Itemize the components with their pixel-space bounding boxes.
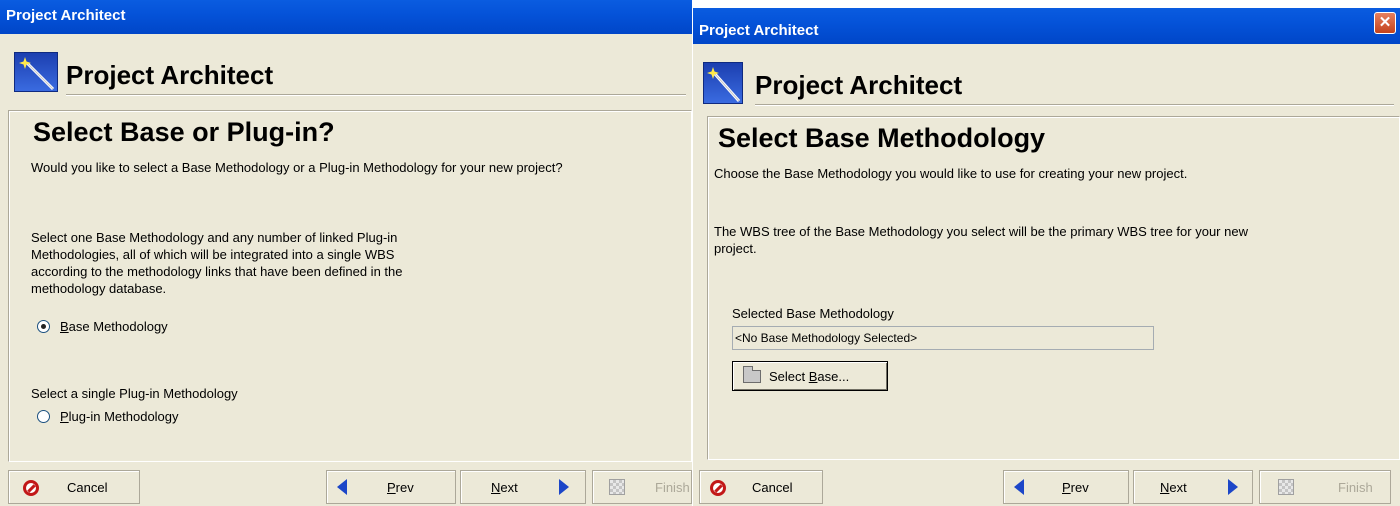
plugin-methodology-radio[interactable]: Plug-in Methodology <box>37 409 179 424</box>
selected-base-label: Selected Base Methodology <box>732 306 894 321</box>
finish-label: Finish <box>1338 479 1373 495</box>
cancel-label: Cancel <box>67 479 108 495</box>
mnemonic: N <box>1160 479 1170 495</box>
header-separator <box>755 104 1394 106</box>
step-title: Select Base Methodology <box>718 123 1046 153</box>
wizard-footer: Cancel Prev Next Finish <box>693 468 1400 506</box>
cancel-icon <box>710 480 726 496</box>
header-title: Project Architect <box>755 70 963 100</box>
base-methodology-label: Base Methodology <box>60 319 168 334</box>
step-title: Select Base or Plug-in? <box>33 117 335 147</box>
window-title: Project Architect <box>6 7 126 24</box>
prev-button[interactable]: Prev <box>326 470 456 504</box>
label-rest: ext <box>1169 479 1187 495</box>
select-base-button[interactable]: Select Base... <box>732 361 888 391</box>
header-separator <box>66 94 686 96</box>
cancel-button[interactable]: Cancel <box>8 470 140 504</box>
header-title: Project Architect <box>66 60 274 90</box>
arrow-right-icon <box>1228 479 1238 495</box>
folder-icon <box>743 365 761 383</box>
prev-button[interactable]: Prev <box>1003 470 1129 504</box>
mnemonic: P <box>387 479 396 495</box>
next-label: Next <box>491 480 518 495</box>
label-rest: ase Methodology <box>68 319 168 334</box>
plugin-methodology-label: Plug-in Methodology <box>60 409 179 424</box>
prev-label: Prev <box>387 480 414 495</box>
label-rest: rev <box>395 479 414 495</box>
magic-wand-icon <box>14 52 58 92</box>
arrow-left-icon <box>1014 479 1024 495</box>
select-base-label: Select Base... <box>769 369 849 384</box>
finish-button[interactable]: Finish <box>592 470 692 504</box>
base-description-line: Methodologies, all of which will be inte… <box>31 247 395 262</box>
content-panel: Select Base or Plug-in? Would you like t… <box>8 110 692 462</box>
close-icon[interactable]: ✕ <box>1374 12 1396 34</box>
finish-label: Finish <box>655 479 690 495</box>
wbs-note-line: project. <box>714 241 757 256</box>
wizard-footer: Cancel Prev Next Finish <box>0 468 692 506</box>
arrow-right-icon <box>559 479 569 495</box>
finish-icon <box>609 479 625 495</box>
label-rest: rev <box>1070 479 1089 495</box>
radio-button[interactable] <box>37 410 50 423</box>
window-title: Project Architect <box>699 22 819 39</box>
label-rest: lug-in Methodology <box>68 409 179 424</box>
title-bar: Project Architect <box>0 0 692 34</box>
next-label: Next <box>1160 480 1187 495</box>
base-description-line: Select one Base Methodology and any numb… <box>31 230 398 245</box>
base-description: Select one Base Methodology and any numb… <box>31 229 402 297</box>
cancel-icon <box>23 480 39 496</box>
radio-button-checked[interactable] <box>37 320 50 333</box>
cancel-button[interactable]: Cancel <box>699 470 823 504</box>
label-rest: ext <box>500 479 518 495</box>
mnemonic: B <box>60 319 69 334</box>
base-methodology-radio[interactable]: Base Methodology <box>37 319 168 334</box>
cancel-label: Cancel <box>752 479 793 495</box>
magic-wand-icon <box>703 62 743 104</box>
base-description-line: according to the methodology links that … <box>31 264 403 279</box>
label-rest: ase... <box>817 368 850 384</box>
next-button[interactable]: Next <box>460 470 586 504</box>
question-text: Would you like to select a Base Methodol… <box>31 160 563 175</box>
base-description-line: methodology database. <box>31 281 167 296</box>
arrow-left-icon <box>337 479 347 495</box>
label-pre: Select <box>769 368 809 384</box>
title-bar: Project Architect ✕ <box>693 8 1400 44</box>
wizard-window-left: Project Architect Project Architect Sele… <box>0 0 692 506</box>
mnemonic: P <box>60 409 69 424</box>
wbs-note: The WBS tree of the Base Methodology you… <box>714 223 1248 257</box>
wbs-note-line: The WBS tree of the Base Methodology you… <box>714 224 1248 239</box>
wizard-window-right: Project Architect ✕ Project Architect Se… <box>693 0 1400 506</box>
mnemonic: N <box>491 479 501 495</box>
intro-text: Choose the Base Methodology you would li… <box>714 166 1188 181</box>
next-button[interactable]: Next <box>1133 470 1253 504</box>
finish-icon <box>1278 479 1294 495</box>
mnemonic: P <box>1062 479 1071 495</box>
wizard-header: Project Architect <box>693 56 1400 108</box>
finish-button[interactable]: Finish <box>1259 470 1391 504</box>
wizard-header: Project Architect <box>0 48 692 100</box>
selected-base-field[interactable]: <No Base Methodology Selected> <box>732 326 1154 350</box>
plugin-description: Select a single Plug-in Methodology <box>31 386 238 401</box>
content-panel: Select Base Methodology Choose the Base … <box>707 116 1400 460</box>
top-strip <box>693 0 1400 8</box>
prev-label: Prev <box>1062 480 1089 495</box>
